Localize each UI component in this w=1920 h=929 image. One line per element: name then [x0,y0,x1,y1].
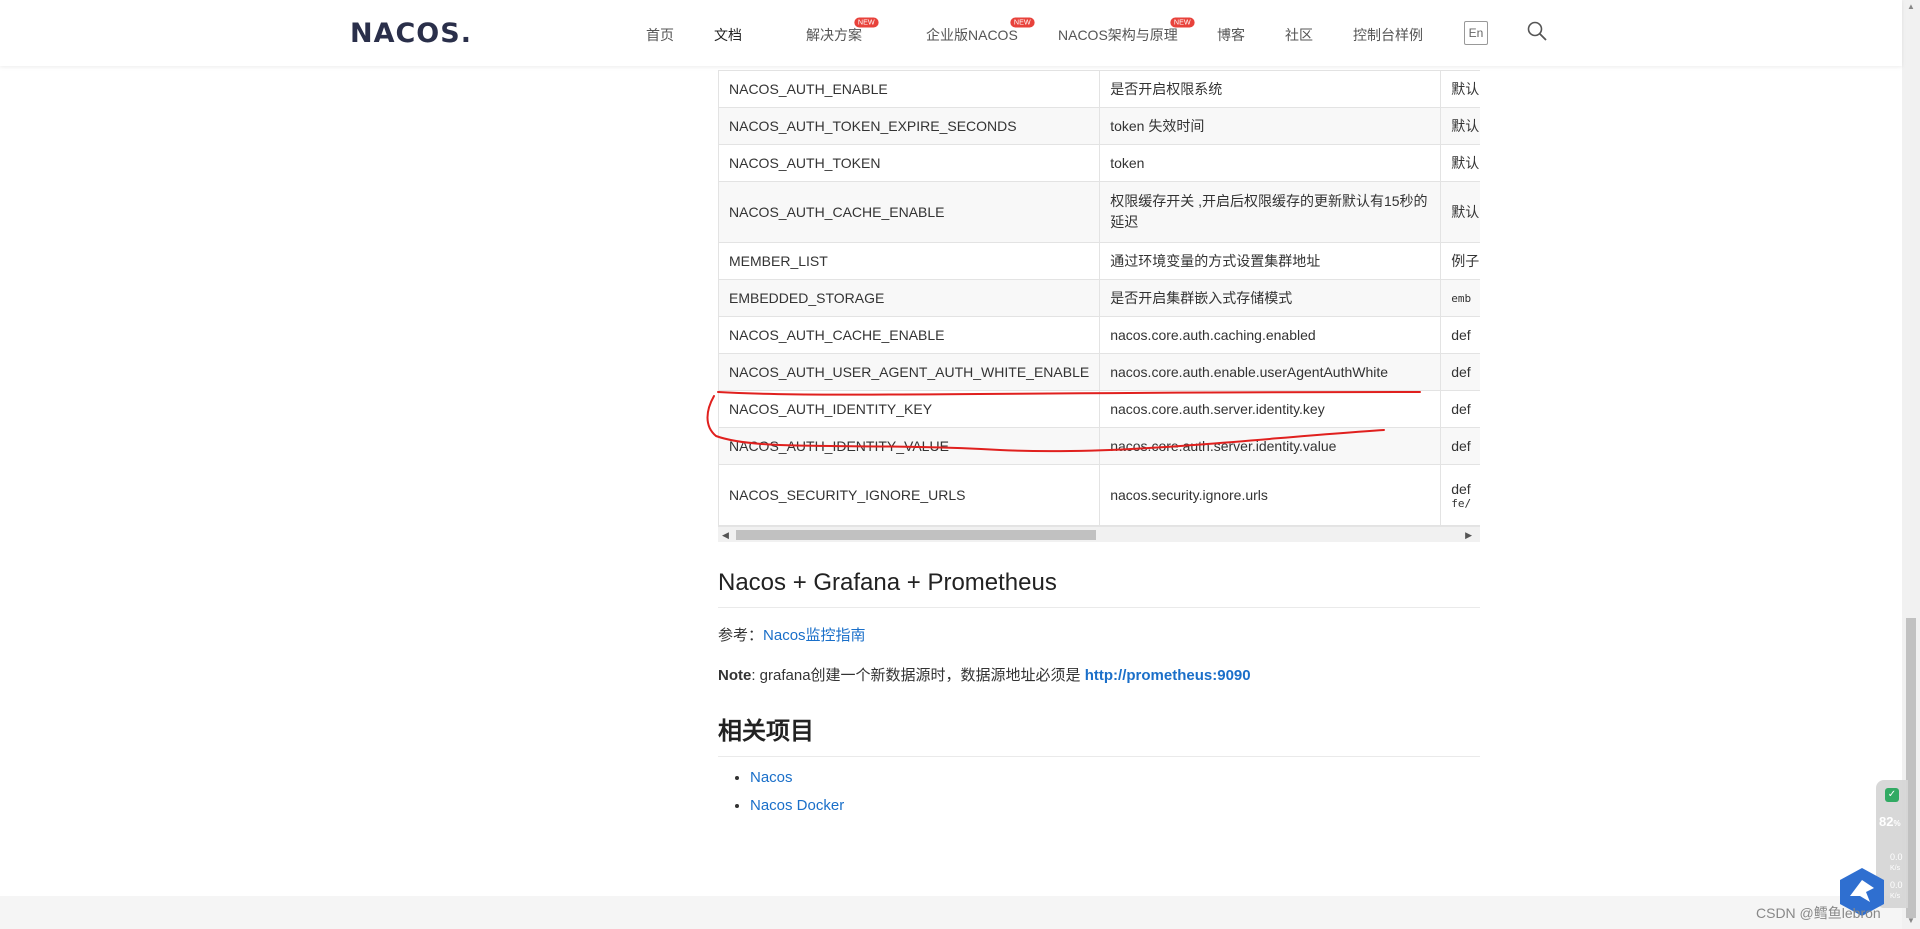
list-item: Nacos Docker [750,792,844,820]
nav-label: 控制台样例 [1353,27,1423,43]
logo-text: NACOS. [350,18,472,49]
note-text: : grafana创建一个新数据源时，数据源地址必须是 [751,667,1085,684]
nav-console-demo[interactable]: 控制台样例 [1353,25,1423,45]
shield-check-icon: ✓ [1885,788,1899,802]
section-heading-monitoring: Nacos + Grafana + Prometheus [718,569,1480,608]
table-cell-extra: 默认 [1440,181,1480,243]
speed-value: 0.0 [1890,852,1903,862]
percent-unit: % [1893,819,1901,828]
table-cell-name: NACOS_SECURITY_IGNORE_URLS [718,464,1101,526]
table-cell-desc: 通过环境变量的方式设置集群地址 [1099,242,1442,280]
note-paragraph: Note: grafana创建一个新数据源时，数据源地址必须是 http://p… [718,664,1251,685]
scroll-thumb[interactable] [736,530,1096,540]
nav-label: 企业版NACOS [926,27,1018,43]
table-cell-name: NACOS_AUTH_ENABLE [718,70,1101,108]
language-toggle-button[interactable]: En [1464,21,1488,45]
nav-label: NACOS架构与原理 [1058,27,1178,43]
nav-label: 首页 [646,27,674,43]
nav-label: 文档 [714,27,742,43]
table-cell-extra: 例子 [1440,242,1480,280]
nav-architecture[interactable]: NACOS架构与原理 NEW [1058,17,1195,45]
table-row: NACOS_AUTH_TOKEN token 默认 [718,144,1480,182]
nav-blog[interactable]: 博客 [1217,25,1245,45]
red-annotation-circle [706,391,1421,453]
table-cell-desc: 是否开启权限系统 [1099,70,1442,108]
monitoring-guide-link[interactable]: Nacos监控指南 [763,627,866,644]
table-cell-extra: def [1440,390,1480,428]
table-cell-desc: 权限缓存开关 ,开启后权限缓存的更新默认有15秒的延迟 [1099,181,1442,243]
nav-label: 社区 [1285,27,1313,43]
table-row: NACOS_AUTH_CACHE_ENABLE nacos.core.auth.… [718,316,1480,354]
table-cell-extra-code: fe/ [1451,496,1472,510]
nav-home[interactable]: 首页 [646,25,674,45]
table-row: MEMBER_LIST 通过环境变量的方式设置集群地址 例子 [718,242,1480,280]
nav-label: 博客 [1217,27,1245,43]
nav-docs[interactable]: 文档 [714,25,742,45]
table-cell-name: NACOS_AUTH_CACHE_ENABLE [718,316,1101,354]
memory-percent: 82% [1879,814,1901,829]
table-cell-name: NACOS_AUTH_TOKEN [718,144,1101,182]
percent-value: 82 [1879,814,1894,829]
new-badge: NEW [1170,17,1195,28]
related-projects-list: Nacos Nacos Docker [732,764,844,820]
upload-speed: 0.0 K/s [1890,852,1903,872]
table-row: EMBEDDED_STORAGE 是否开启集群嵌入式存储模式 emb [718,279,1480,317]
note-label: Note [718,667,752,684]
table-horizontal-scrollbar[interactable]: ◀ ▶ [718,526,1480,542]
table-cell-name: EMBEDDED_STORAGE [718,279,1101,317]
speed-unit: K/s [1890,865,1901,872]
table-cell-desc: token [1099,144,1442,182]
nacos-logo[interactable]: NACOS. [350,18,472,49]
search-icon[interactable] [1527,21,1547,41]
reference-label: 参考： [718,627,764,644]
table-row: NACOS_SECURITY_IGNORE_URLS nacos.securit… [718,464,1480,526]
table-cell-name: NACOS_AUTH_TOKEN_EXPIRE_SECONDS [718,107,1101,145]
nav-label: 解决方案 [806,27,862,43]
table-cell-desc: 是否开启集群嵌入式存储模式 [1099,279,1442,317]
nav-community[interactable]: 社区 [1285,25,1313,45]
table-cell-extra: 默认 [1440,70,1480,108]
speed-unit: K/s [1890,893,1901,900]
nav-enterprise[interactable]: 企业版NACOS NEW [926,17,1035,45]
top-navbar: NACOS. 首页 文档 解决方案 NEW 企业版NACOS NEW NACOS… [0,0,1902,66]
nacos-link[interactable]: Nacos [750,769,793,786]
table-cell-name: MEMBER_LIST [718,242,1101,280]
table-cell-extra: def [1440,353,1480,391]
scroll-up-arrow-icon[interactable]: ▲ [1907,2,1915,11]
table-cell-desc: token 失效时间 [1099,107,1442,145]
env-var-table-container: NACOS_AUTH_ENABLE 是否开启权限系统 默认 NACOS_AUTH… [718,70,1480,542]
scroll-left-arrow-icon[interactable]: ◀ [722,530,729,541]
speed-value: 0.0 [1890,880,1903,890]
table-row: NACOS_AUTH_ENABLE 是否开启权限系统 默认 [718,70,1480,108]
nav-solutions[interactable]: 解决方案 NEW [806,17,879,45]
table-cell-extra: def fe/ [1440,464,1480,526]
table-cell-extra: 默认 [1440,107,1480,145]
prometheus-url-link[interactable]: http://prometheus:9090 [1085,667,1251,684]
reference-paragraph: 参考：Nacos监控指南 [718,624,866,645]
table-cell-desc-text: 权限缓存开关 ,开启后权限缓存的更新默认有15秒的延迟 [1110,193,1428,230]
table-cell-name: NACOS_AUTH_CACHE_ENABLE [718,181,1101,243]
table-cell-extra-text: def [1451,480,1471,497]
scroll-down-arrow-icon[interactable]: ▼ [1907,916,1915,925]
table-row: NACOS_AUTH_TOKEN_EXPIRE_SECONDS token 失效… [718,107,1480,145]
new-badge: NEW [854,17,879,28]
table-cell-extra: def [1440,316,1480,354]
new-badge: NEW [1010,17,1035,28]
language-label: En [1468,26,1484,40]
table-cell-desc: nacos.security.ignore.urls [1099,464,1442,526]
download-speed: 0.0 K/s [1890,880,1903,900]
list-item: Nacos [750,764,844,792]
table-cell-extra: 默认 [1440,144,1480,182]
csdn-watermark: CSDN @鳕鱼lebron [1756,905,1881,921]
table-cell-extra: def [1440,427,1480,465]
nacos-docker-link[interactable]: Nacos Docker [750,797,844,814]
scroll-right-arrow-icon[interactable]: ▶ [1465,530,1472,541]
section-heading-related-projects: 相关项目 [718,711,1480,757]
table-row: NACOS_AUTH_CACHE_ENABLE 权限缓存开关 ,开启后权限缓存的… [718,181,1480,243]
table-cell-desc: nacos.core.auth.caching.enabled [1099,316,1442,354]
page-footer [0,896,1902,929]
table-cell-extra: emb [1440,279,1480,317]
